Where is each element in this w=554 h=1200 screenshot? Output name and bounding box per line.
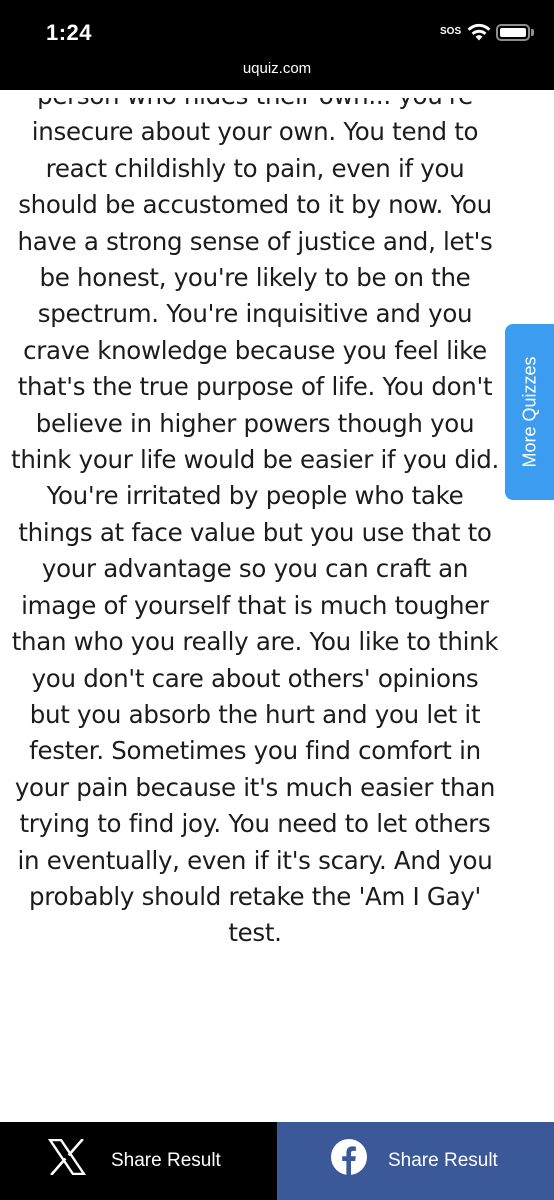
facebook-logo-icon <box>331 1139 367 1175</box>
battery-cap <box>531 29 534 36</box>
x-logo-icon <box>48 1139 86 1175</box>
share-x-button[interactable]: Share Result <box>0 1122 277 1200</box>
more-quizzes-tab[interactable]: More Quizzes <box>505 324 554 500</box>
clock: 1:24 <box>46 20 93 45</box>
more-quizzes-label: More Quizzes <box>519 356 539 468</box>
result-description: person who hides their own... you're ins… <box>11 98 499 948</box>
status-bar: 1:24 SOS uquiz.com <box>0 0 554 90</box>
sos-indicator: SOS <box>440 26 462 37</box>
battery-icon <box>496 24 530 41</box>
result-content: person who hides their own... you're ins… <box>8 98 502 1108</box>
share-facebook-button[interactable]: Share Result <box>277 1122 554 1200</box>
share-bar: Share Result Share Result <box>0 1122 554 1200</box>
address-bar-url[interactable]: uquiz.com <box>0 60 554 77</box>
share-facebook-label: Share Result <box>388 1150 498 1171</box>
wifi-icon <box>467 23 491 41</box>
share-x-label: Share Result <box>111 1150 221 1171</box>
